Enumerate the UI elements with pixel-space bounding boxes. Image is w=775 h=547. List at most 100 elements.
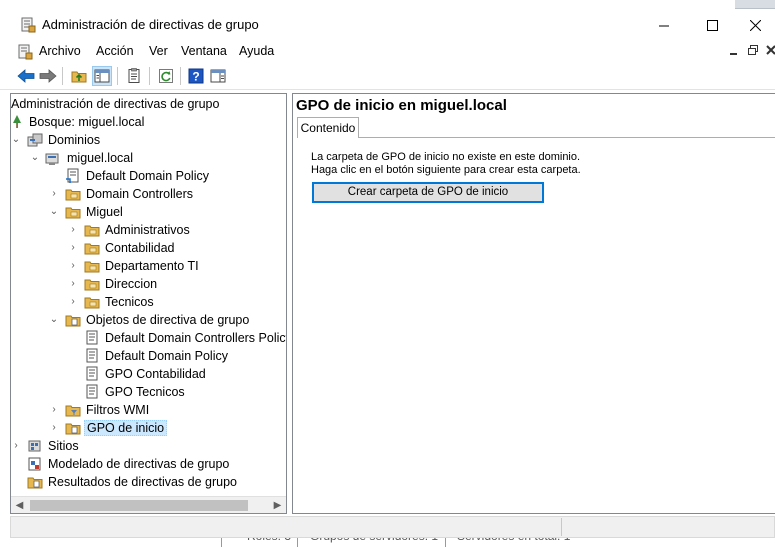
tree-item-domains[interactable]: ⌄ Dominios bbox=[11, 131, 102, 149]
tree-item-wmi-filters[interactable]: › Filtros WMI bbox=[11, 401, 151, 419]
tree-item-root[interactable]: Administración de directivas de grupo bbox=[11, 95, 221, 113]
tree-item-forest[interactable]: Bosque: miguel.local bbox=[11, 113, 146, 131]
gpo-icon bbox=[86, 348, 98, 363]
tree-item-label: Default Domain Policy bbox=[105, 349, 228, 363]
action-pane-button[interactable] bbox=[208, 66, 228, 86]
tree-horizontal-scrollbar[interactable]: ◀ ▶ bbox=[11, 496, 286, 513]
gpo-icon bbox=[86, 384, 98, 399]
help-button[interactable]: ? bbox=[186, 66, 206, 86]
chevron-right-icon[interactable]: › bbox=[49, 419, 59, 437]
scroll-left-icon[interactable]: ◀ bbox=[11, 497, 28, 514]
status-bar bbox=[10, 516, 775, 538]
chevron-right-icon[interactable]: › bbox=[68, 257, 78, 275]
tree-item-label: Tecnicos bbox=[105, 295, 154, 309]
tree-item-gpo[interactable]: Default Domain Controllers Policy bbox=[11, 329, 286, 347]
menu-ver[interactable]: Ver bbox=[147, 44, 170, 58]
properties-button[interactable] bbox=[124, 66, 144, 86]
chevron-down-icon[interactable]: ⌄ bbox=[11, 131, 21, 149]
tree-item-ou[interactable]: › Direccion bbox=[11, 275, 159, 293]
menu-accion[interactable]: Acción bbox=[94, 44, 136, 58]
tree-item-gpo[interactable]: GPO Contabilidad bbox=[11, 365, 208, 383]
toolbar-separator bbox=[117, 67, 118, 85]
domain-icon bbox=[45, 153, 59, 165]
tree-item-modeling[interactable]: Modelado de directivas de grupo bbox=[11, 455, 231, 473]
results-icon bbox=[27, 477, 43, 489]
refresh-icon bbox=[159, 69, 173, 83]
tree-item-ou[interactable]: › Contabilidad bbox=[11, 239, 177, 257]
gpo-icon bbox=[86, 330, 98, 345]
chevron-right-icon[interactable]: › bbox=[49, 401, 59, 419]
maximize-button[interactable] bbox=[689, 10, 735, 40]
background-divider bbox=[221, 538, 222, 547]
menu-ayuda[interactable]: Ayuda bbox=[237, 44, 276, 58]
chevron-right-icon[interactable]: › bbox=[68, 221, 78, 239]
back-button[interactable] bbox=[16, 66, 36, 86]
sites-icon bbox=[28, 440, 41, 452]
mdi-minimize-button[interactable] bbox=[726, 44, 742, 60]
scroll-right-icon[interactable]: ▶ bbox=[269, 497, 286, 514]
show-hide-tree-button[interactable] bbox=[92, 66, 112, 86]
domains-icon bbox=[27, 133, 43, 147]
tree-item-label: Filtros WMI bbox=[86, 403, 150, 417]
minimize-icon bbox=[658, 25, 669, 26]
tree-item-gpo-objects[interactable]: ⌄ Objetos de directiva de grupo bbox=[11, 311, 251, 329]
tree-item-gpo[interactable]: GPO Tecnicos bbox=[11, 383, 187, 401]
tree-item-sites[interactable]: › Sitios bbox=[11, 437, 81, 455]
create-starter-gpo-folder-button[interactable]: Crear carpeta de GPO de inicio bbox=[312, 182, 544, 203]
tree-item-domain-controllers[interactable]: › Domain Controllers bbox=[11, 185, 195, 203]
tree-item-ou[interactable]: › Departamento TI bbox=[11, 257, 201, 275]
toolbar-separator bbox=[180, 67, 181, 85]
details-title: GPO de inicio en miguel.local bbox=[296, 97, 507, 114]
tree-item-ou[interactable]: › Administrativos bbox=[11, 221, 192, 239]
background-divider bbox=[297, 538, 298, 547]
menu-archivo[interactable]: Archivo bbox=[37, 44, 83, 58]
mdi-restore-button[interactable] bbox=[745, 44, 761, 60]
tree-item-label: GPO Tecnicos bbox=[105, 385, 185, 399]
tree-item-label: GPO de inicio bbox=[84, 420, 168, 436]
tree-item-results[interactable]: Resultados de directivas de grupo bbox=[11, 473, 239, 491]
tree-item-ou[interactable]: › Tecnicos bbox=[11, 293, 156, 311]
tree-item-label: Sitios bbox=[48, 439, 79, 453]
menu-ventana[interactable]: Ventana bbox=[179, 44, 229, 58]
tab-divider bbox=[297, 137, 775, 138]
ou-folder-icon bbox=[84, 243, 100, 255]
chevron-right-icon[interactable]: › bbox=[68, 293, 78, 311]
restore-icon bbox=[748, 45, 758, 55]
forward-arrow-icon bbox=[39, 69, 57, 83]
info-message-line-1: La carpeta de GPO de inicio no existe en… bbox=[311, 151, 581, 163]
tree-item-label: Departamento TI bbox=[105, 259, 199, 273]
scroll-thumb[interactable] bbox=[30, 500, 248, 511]
mmc-system-menu-icon[interactable] bbox=[17, 44, 33, 60]
chevron-down-icon[interactable]: ⌄ bbox=[49, 203, 59, 221]
chevron-right-icon[interactable]: › bbox=[11, 437, 21, 455]
background-divider bbox=[445, 538, 446, 547]
tree-item-starter-gpos[interactable]: › GPO de inicio bbox=[11, 419, 168, 437]
tree-item-domain[interactable]: ⌄ miguel.local bbox=[11, 149, 135, 167]
close-icon bbox=[749, 19, 761, 31]
chevron-down-icon[interactable]: ⌄ bbox=[30, 149, 40, 167]
toolbar-separator bbox=[62, 67, 63, 85]
gpmc-app-icon bbox=[21, 17, 36, 33]
refresh-button[interactable] bbox=[156, 66, 176, 86]
tree-item-label: Miguel bbox=[86, 205, 123, 219]
chevron-right-icon[interactable]: › bbox=[68, 275, 78, 293]
ou-folder-icon bbox=[84, 297, 100, 309]
close-button[interactable] bbox=[735, 10, 775, 40]
tree-item-gpo[interactable]: Default Domain Policy bbox=[11, 347, 230, 365]
forward-button[interactable] bbox=[38, 66, 58, 86]
chevron-down-icon[interactable]: ⌄ bbox=[49, 311, 59, 329]
window-title: Administración de directivas de grupo bbox=[42, 17, 259, 32]
up-level-button[interactable] bbox=[69, 66, 89, 86]
tree-item-ou-miguel[interactable]: ⌄ Miguel bbox=[11, 203, 125, 221]
tab-contenido[interactable]: Contenido bbox=[297, 117, 359, 138]
minimize-icon bbox=[730, 53, 737, 55]
forest-icon bbox=[13, 115, 21, 128]
minimize-button[interactable] bbox=[641, 10, 687, 40]
mdi-close-button[interactable] bbox=[763, 44, 775, 60]
tree-item-default-domain-policy-link[interactable]: Default Domain Policy bbox=[11, 167, 211, 185]
show-hide-tree-icon bbox=[94, 69, 110, 83]
chevron-right-icon[interactable]: › bbox=[68, 239, 78, 257]
chevron-right-icon[interactable]: › bbox=[49, 185, 59, 203]
background-window-edge bbox=[735, 0, 775, 9]
console-tree[interactable]: Administración de directivas de grupo Bo… bbox=[10, 93, 287, 514]
